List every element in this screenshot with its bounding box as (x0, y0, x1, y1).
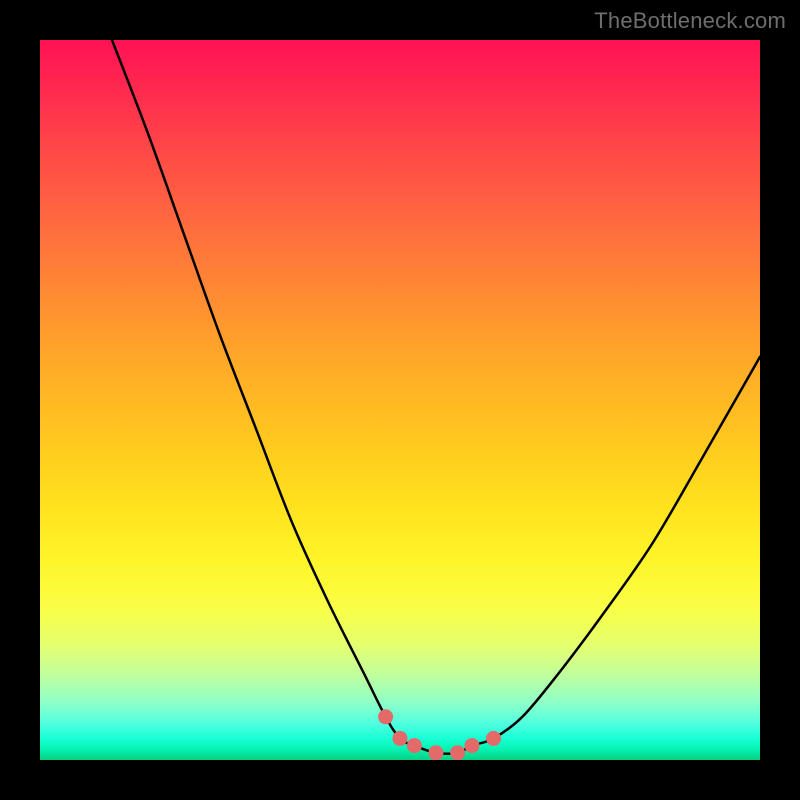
watermark-text: TheBottleneck.com (594, 8, 786, 34)
curve-layer (40, 40, 760, 760)
optimal-marker (450, 745, 465, 760)
optimal-marker (429, 745, 444, 760)
optimal-marker (393, 731, 408, 746)
optimal-markers (378, 709, 501, 760)
chart-frame: TheBottleneck.com (0, 0, 800, 800)
optimal-marker (465, 738, 480, 753)
bottleneck-curve (112, 40, 760, 754)
optimal-marker (486, 731, 501, 746)
plot-area (40, 40, 760, 760)
optimal-marker (378, 709, 393, 724)
optimal-marker (407, 738, 422, 753)
